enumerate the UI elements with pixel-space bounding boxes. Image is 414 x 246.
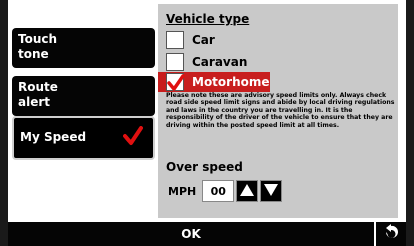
vehicle-panel: Vehicle type Car Caravan Motorhome Pleas… [158,4,398,218]
over-speed-title: Over speed [166,160,243,174]
advisory-notice: Please note these are advisory speed lim… [166,92,395,129]
back-button[interactable] [376,222,406,246]
option-label: Motorhome [192,75,270,89]
option-label: Caravan [192,55,248,69]
caravan-checkbox[interactable] [166,53,184,71]
back-icon [381,223,401,245]
arrow-up-icon [239,182,255,201]
over-speed-value: 00 [202,180,235,202]
speed-unit: MPH [168,184,197,198]
check-icon [123,126,143,150]
footer-bar: OK [8,222,414,246]
decrease-button[interactable] [260,180,283,202]
menu-item-route-alert[interactable]: Route alert [12,76,155,116]
settings-menu: Touch tone Route alert My Speed [8,4,156,218]
vehicle-type-title: Vehicle type [166,12,250,26]
arrow-down-icon [263,182,279,201]
right-border [406,0,414,246]
option-motorhome[interactable]: Motorhome [166,72,270,92]
ok-button[interactable]: OK [8,222,374,246]
increase-button[interactable] [236,180,259,202]
menu-item-label: Route alert [18,80,58,109]
menu-item-my-speed[interactable]: My Speed [12,116,155,160]
menu-item-label: Touch tone [18,32,58,61]
option-car[interactable]: Car [166,30,215,50]
left-border [0,0,8,246]
option-label: Car [192,33,215,47]
over-speed-row: MPH 00 [168,180,283,202]
option-caravan[interactable]: Caravan [166,52,247,72]
car-checkbox[interactable] [166,31,184,49]
menu-item-touch-tone[interactable]: Touch tone [12,28,155,68]
motorhome-checkbox[interactable] [166,73,185,91]
